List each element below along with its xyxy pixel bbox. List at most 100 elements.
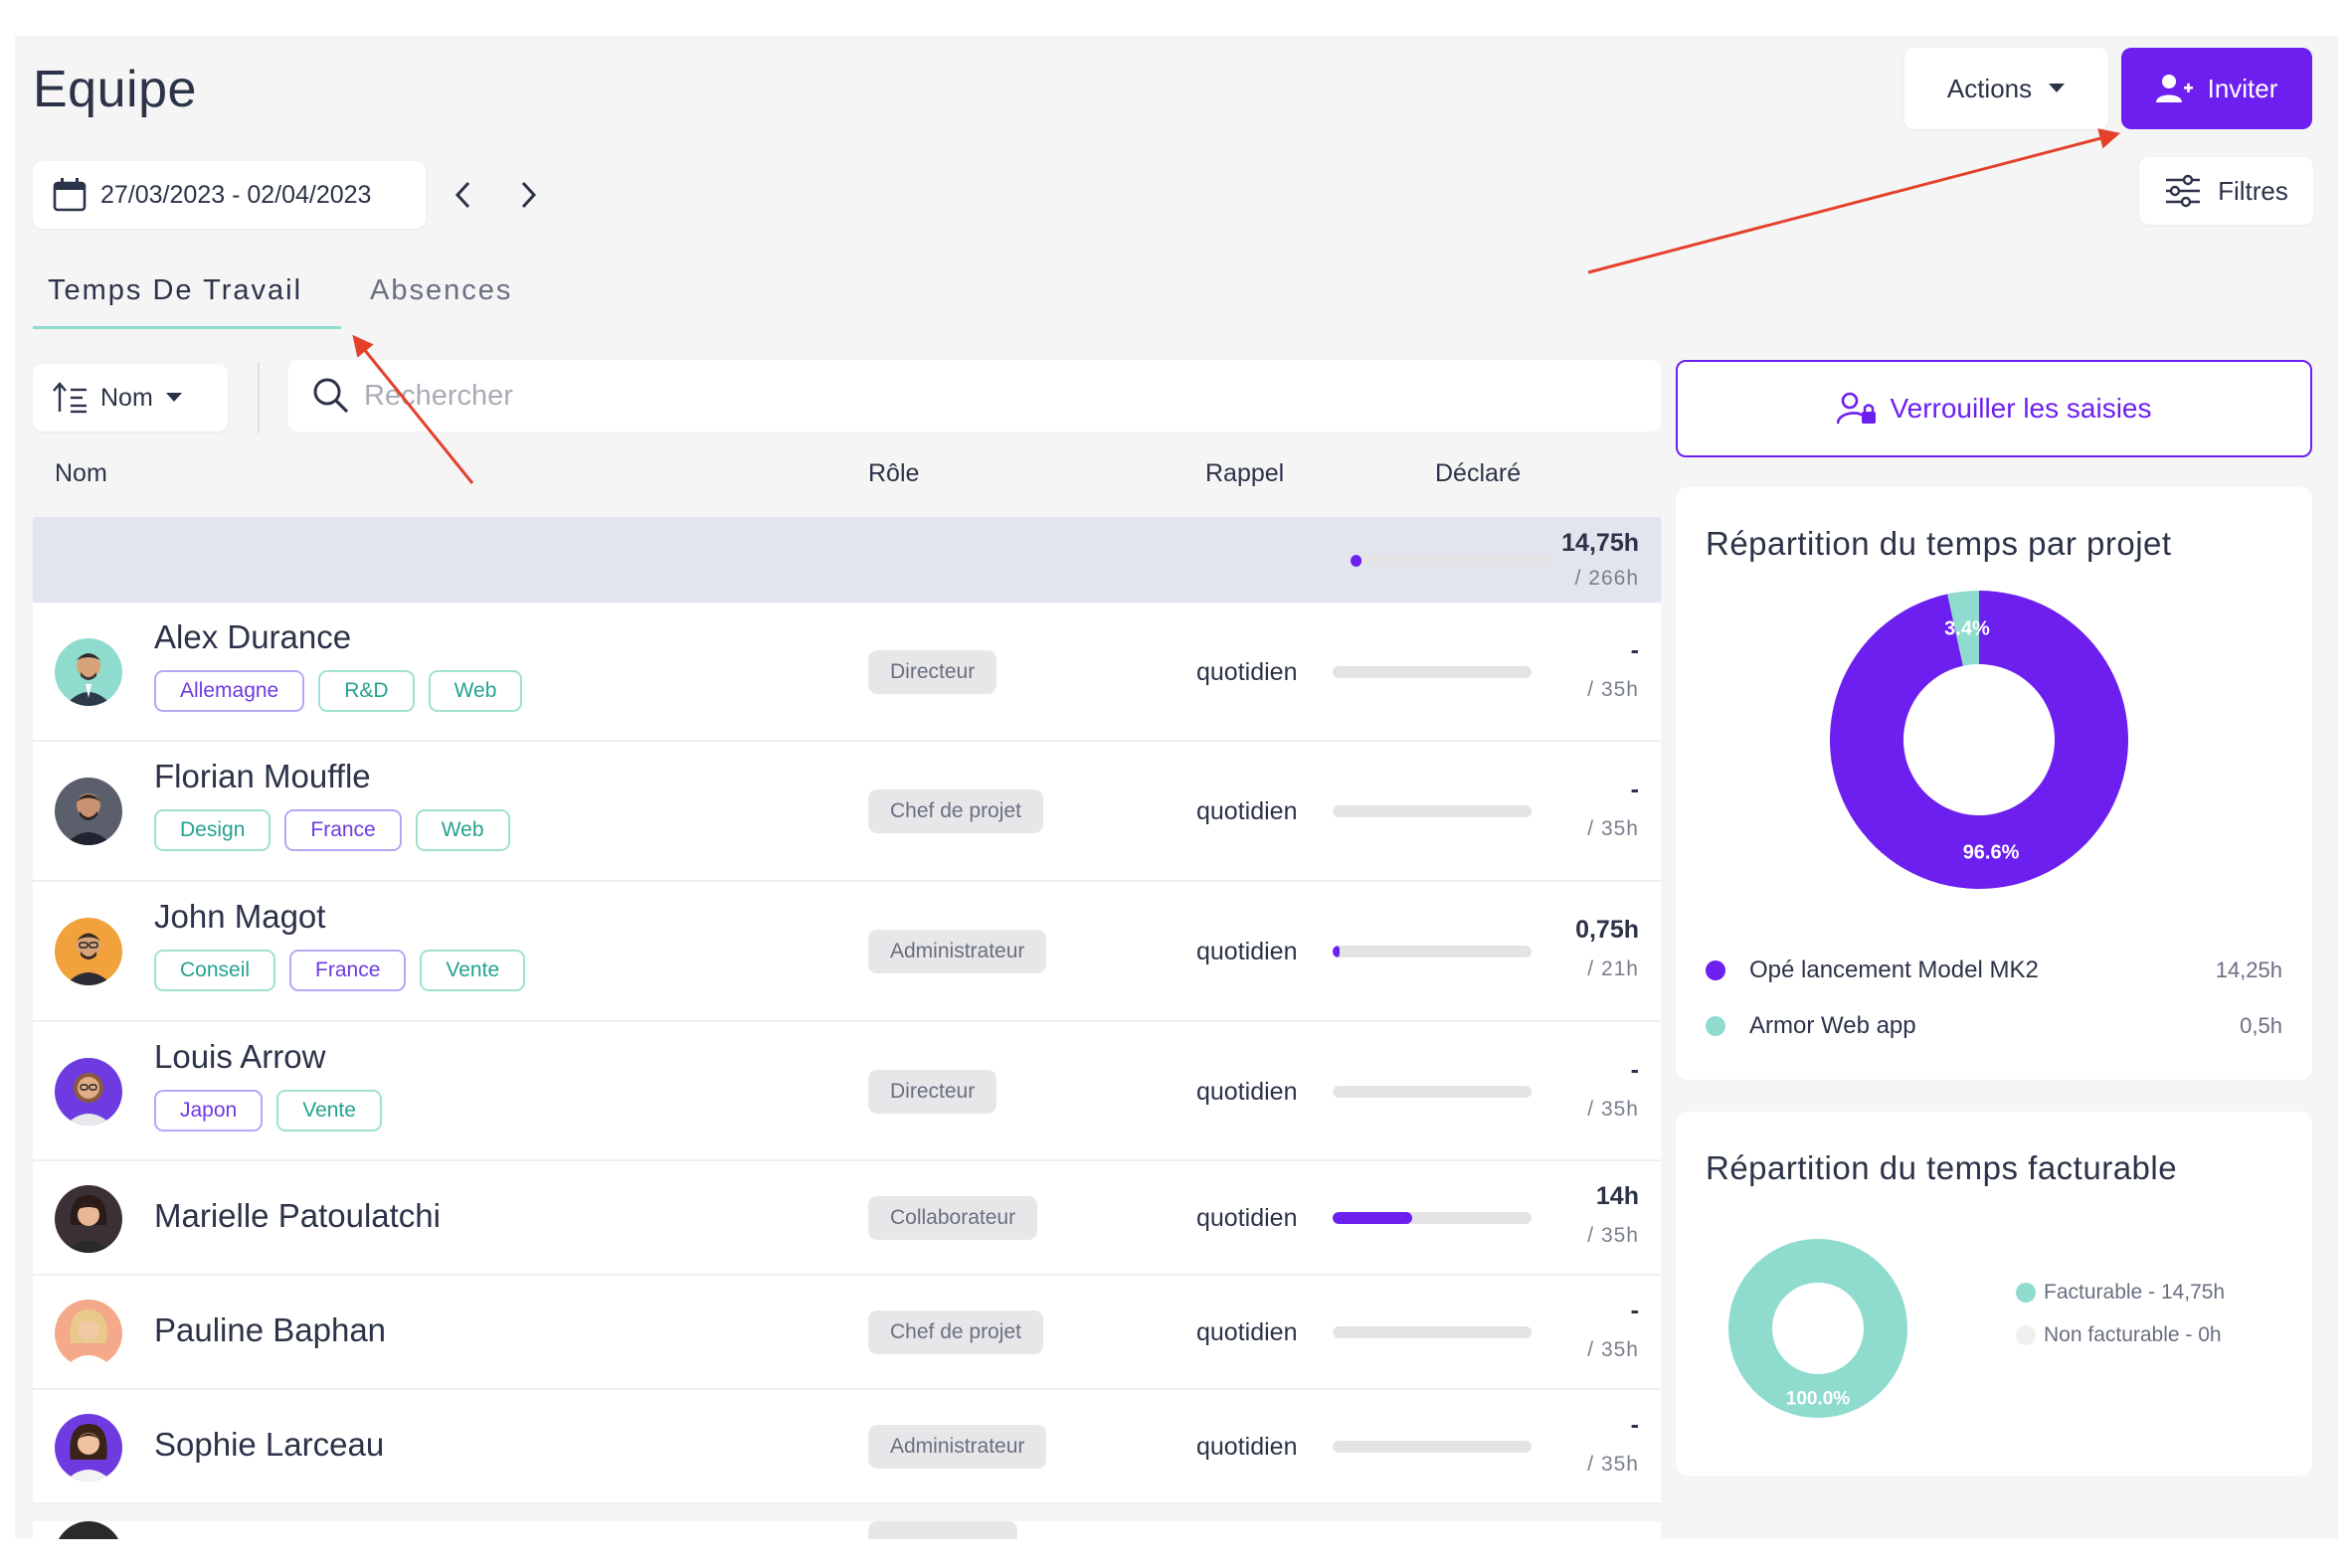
filters-button[interactable]: Filtres <box>2139 157 2313 225</box>
table-row[interactable]: Marielle Patoulatchi Collaborateur quoti… <box>33 1161 1661 1276</box>
tag[interactable]: Vente <box>276 1090 382 1132</box>
legend-dot <box>1706 960 1725 980</box>
declared-value: - <box>1630 1411 1639 1439</box>
avatar <box>55 638 122 706</box>
calendar-icon <box>53 178 87 212</box>
column-header-reminder[interactable]: Rappel <box>1205 459 1284 488</box>
tag[interactable]: Allemagne <box>154 670 305 712</box>
tag[interactable]: Design <box>154 809 271 851</box>
reminder-value: quotidien <box>1196 797 1298 825</box>
tag[interactable]: Web <box>415 809 510 851</box>
member-tags: Japon Vente <box>154 1090 382 1132</box>
member-name: Marielle Patoulatchi <box>154 1197 441 1234</box>
invite-label: Inviter <box>2207 73 2278 103</box>
avatar <box>55 1300 122 1367</box>
tag[interactable]: Web <box>428 670 523 712</box>
tag[interactable]: Japon <box>154 1090 264 1132</box>
declared-total: / 35h <box>1587 678 1639 701</box>
table-row[interactable]: Alex Durance Allemagne R&D Web Directeur… <box>33 603 1661 742</box>
legend-value: 0,5h <box>2240 1013 2282 1038</box>
member-name: Louis Arrow <box>154 1038 326 1075</box>
search-input[interactable] <box>364 379 1557 413</box>
table-row[interactable]: Sophie Larceau Administrateur quotidien … <box>33 1390 1661 1504</box>
tag[interactable]: France <box>289 950 407 991</box>
reminder-value: quotidien <box>1196 1204 1298 1232</box>
sliders-icon <box>2166 174 2201 208</box>
declared-value: - <box>1630 1297 1639 1324</box>
toolbar-divider <box>258 362 260 434</box>
reminder-value: quotidien <box>1196 1433 1298 1461</box>
avatar <box>55 1521 122 1539</box>
filters-label: Filtres <box>2218 175 2288 206</box>
legend-value: 14,25h <box>2215 958 2282 982</box>
invite-button[interactable]: Inviter <box>2121 48 2312 129</box>
member-name: Alex Durance <box>154 618 352 655</box>
reminder-value: quotidien <box>1196 658 1298 686</box>
tab-work-time[interactable]: Temps De Travail <box>48 274 302 307</box>
reminder-value: quotidien <box>1196 938 1298 965</box>
declared-value: - <box>1630 776 1639 803</box>
chevron-right-icon <box>521 181 537 209</box>
role-badge: Collaborateur <box>868 1196 1038 1240</box>
search-box[interactable] <box>288 360 1661 432</box>
declared-progress-fill <box>1333 946 1341 958</box>
declared-value: - <box>1630 636 1639 664</box>
date-range-label: 27/03/2023 - 02/04/2023 <box>100 180 372 209</box>
summary-progress-fill <box>1351 555 1361 567</box>
tag[interactable]: France <box>284 809 402 851</box>
table-row[interactable]: Louis Arrow Japon Vente Directeur quotid… <box>33 1022 1661 1161</box>
column-header-name[interactable]: Nom <box>55 459 107 488</box>
column-header-role[interactable]: Rôle <box>868 459 919 488</box>
legend-item: Non facturable - 0h <box>2016 1323 2222 1347</box>
table-row[interactable]: Florian Mouffle Design France Web Chef d… <box>33 742 1661 882</box>
summary-progress-bar <box>1351 555 1549 567</box>
summary-total: / 266h <box>1574 567 1639 590</box>
add-user-icon <box>2155 75 2193 102</box>
reminder-value: quotidien <box>1196 1318 1298 1346</box>
user-lock-icon <box>1836 392 1876 425</box>
sort-icon <box>53 382 87 414</box>
declared-progress-bar <box>1333 946 1532 958</box>
actions-button[interactable]: Actions <box>1904 48 2108 129</box>
billable-time-card: Répartition du temps facturable 100.0% F… <box>1676 1112 2312 1476</box>
declared-progress-fill <box>1333 1212 1412 1224</box>
tag[interactable]: Conseil <box>154 950 276 991</box>
tag[interactable]: Vente <box>420 950 526 991</box>
member-tags: Conseil France Vente <box>154 950 526 991</box>
legend-dot <box>2016 1283 2036 1303</box>
tab-absences[interactable]: Absences <box>370 274 512 307</box>
member-tags: Allemagne R&D Web <box>154 670 523 712</box>
avatar <box>55 1058 122 1126</box>
declared-total: / 35h <box>1587 817 1639 840</box>
legend-label: Non facturable - 0h <box>2044 1323 2222 1346</box>
member-name: Florian Mouffle <box>154 758 371 794</box>
next-week-button[interactable] <box>509 171 549 219</box>
column-header-declared[interactable]: Déclaré <box>1435 459 1521 488</box>
declared-total: / 35h <box>1587 1338 1639 1361</box>
summary-declared: 14,75h <box>1561 529 1639 557</box>
sort-button[interactable]: Nom <box>33 364 228 432</box>
declared-progress-bar <box>1333 1086 1532 1098</box>
declared-progress-bar <box>1333 666 1532 678</box>
date-range-picker[interactable]: 27/03/2023 - 02/04/2023 <box>33 161 426 229</box>
declared-progress-bar <box>1333 1441 1532 1453</box>
table-row[interactable]: Pauline Baphan Chef de projet quotidien … <box>33 1276 1661 1390</box>
legend-item: Facturable - 14,75h <box>2016 1281 2225 1305</box>
app-window: Equipe Actions Inviter Filtres 27/03/202… <box>15 36 2338 1539</box>
tag[interactable]: R&D <box>318 670 415 712</box>
table-row[interactable] <box>33 1521 1661 1539</box>
summary-row: 14,75h / 266h <box>33 517 1661 603</box>
previous-week-button[interactable] <box>443 171 482 219</box>
declared-total: / 35h <box>1587 1224 1639 1247</box>
actions-label: Actions <box>1946 73 2033 103</box>
lock-entries-label: Verrouiller les saisies <box>1890 393 2152 424</box>
member-tags: Design France Web <box>154 809 510 851</box>
declared-progress-bar <box>1333 805 1532 817</box>
caret-down-icon <box>2049 84 2066 92</box>
table-row[interactable]: John Magot Conseil France Vente Administ… <box>33 882 1661 1022</box>
avatar <box>55 1414 122 1481</box>
legend-dot <box>2016 1325 2036 1345</box>
reminder-value: quotidien <box>1196 1078 1298 1106</box>
lock-entries-button[interactable]: Verrouiller les saisies <box>1676 360 2312 457</box>
legend-dot <box>1706 1016 1725 1036</box>
